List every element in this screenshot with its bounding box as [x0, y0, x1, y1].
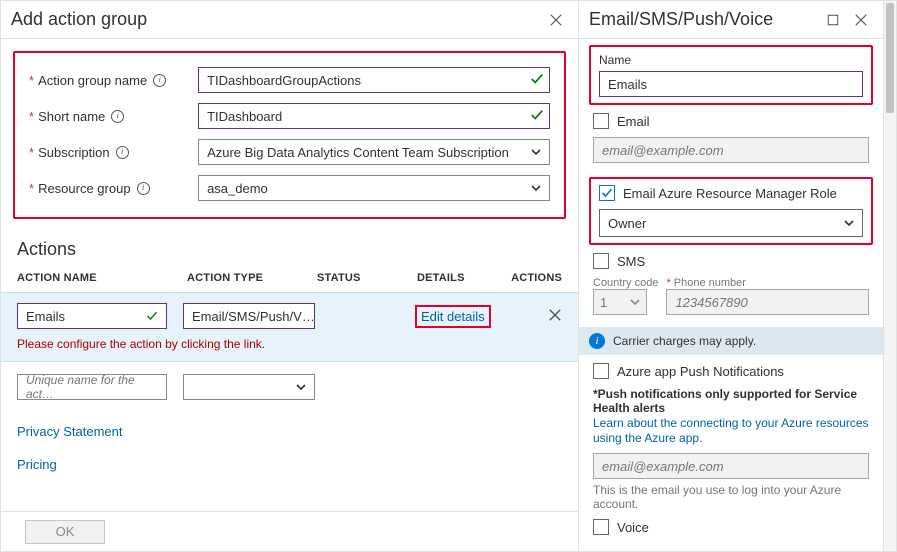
- info-icon[interactable]: i: [116, 146, 129, 159]
- checkmark-icon: [530, 108, 544, 122]
- push-label: Azure app Push Notifications: [617, 364, 784, 379]
- checkmark-icon: [530, 72, 544, 86]
- subscription-label: Subscription i: [38, 145, 198, 160]
- action-type-select[interactable]: Email/SMS/Push/V…: [183, 303, 315, 329]
- push-learn-link[interactable]: Learn about the connecting to your Azure…: [593, 416, 869, 445]
- phone-label: Phone number: [674, 277, 746, 289]
- page-title: Add action group: [11, 9, 540, 30]
- resource-group-select[interactable]: asa_demo: [198, 175, 550, 201]
- action-type-select[interactable]: [183, 374, 315, 400]
- actions-section-header: Actions: [17, 239, 562, 260]
- table-row: Unique name for the act…: [1, 362, 578, 412]
- table-header: ACTION NAME ACTION TYPE STATUS DETAILS A…: [1, 262, 578, 292]
- required-marker: *: [29, 73, 34, 88]
- push-hint: This is the email you use to log into yo…: [593, 483, 869, 511]
- short-name-input[interactable]: [198, 103, 550, 129]
- right-panel-title: Email/SMS/Push/Voice: [589, 9, 817, 30]
- checkmark-icon: [146, 310, 158, 322]
- action-name-input[interactable]: Emails: [17, 303, 167, 329]
- table-row: Emails Email/SMS/Push/V… Edit details: [17, 303, 562, 329]
- checkmark-icon: [601, 187, 613, 199]
- delete-icon[interactable]: [548, 306, 562, 327]
- country-code-select: 1: [593, 289, 647, 315]
- info-icon[interactable]: i: [111, 110, 124, 123]
- voice-checkbox[interactable]: [593, 519, 609, 535]
- name-label: Name: [599, 53, 863, 67]
- chevron-down-icon: [630, 297, 640, 307]
- sms-label: SMS: [617, 254, 645, 269]
- action-group-name-input[interactable]: [198, 67, 550, 93]
- chevron-down-icon: [531, 147, 541, 157]
- edit-details-link[interactable]: Edit details: [421, 309, 485, 324]
- close-icon[interactable]: [849, 8, 873, 32]
- privacy-link[interactable]: Privacy Statement: [17, 424, 562, 439]
- voice-label: Voice: [617, 520, 649, 535]
- sms-checkbox[interactable]: [593, 253, 609, 269]
- short-name-label: Short name i: [38, 109, 198, 124]
- resource-group-label: Resource group i: [38, 181, 198, 196]
- action-group-name-label: Action group name i: [38, 73, 198, 88]
- push-note: *Push notifications only supported for S…: [593, 387, 869, 415]
- ok-button[interactable]: OK: [25, 520, 105, 544]
- info-icon[interactable]: i: [153, 74, 166, 87]
- push-checkbox[interactable]: [593, 363, 609, 379]
- country-code-label: Country code: [593, 277, 658, 289]
- info-banner: i Carrier charges may apply.: [579, 327, 883, 355]
- subscription-select[interactable]: Azure Big Data Analytics Content Team Su…: [198, 139, 550, 165]
- arm-role-label: Email Azure Resource Manager Role: [623, 186, 837, 201]
- close-icon[interactable]: [544, 8, 568, 32]
- arm-role-select[interactable]: Owner: [599, 209, 863, 237]
- chevron-down-icon: [296, 382, 306, 392]
- email-checkbox[interactable]: [593, 113, 609, 129]
- name-input[interactable]: Emails: [599, 71, 863, 97]
- info-icon[interactable]: i: [137, 182, 150, 195]
- action-name-input[interactable]: Unique name for the act…: [17, 374, 167, 400]
- chevron-down-icon: [531, 183, 541, 193]
- info-icon: i: [589, 333, 605, 349]
- maximize-icon[interactable]: [821, 8, 845, 32]
- chevron-down-icon: [844, 218, 854, 228]
- phone-input: 1234567890: [666, 289, 869, 315]
- push-email-input: email@example.com: [593, 453, 869, 479]
- warning-text: Please configure the action by clicking …: [17, 337, 562, 351]
- pricing-link[interactable]: Pricing: [17, 457, 562, 472]
- email-input: email@example.com: [593, 137, 869, 163]
- arm-role-checkbox[interactable]: [599, 185, 615, 201]
- required-marker: *: [666, 277, 670, 289]
- email-label: Email: [617, 114, 650, 129]
- scrollbar[interactable]: [884, 1, 896, 551]
